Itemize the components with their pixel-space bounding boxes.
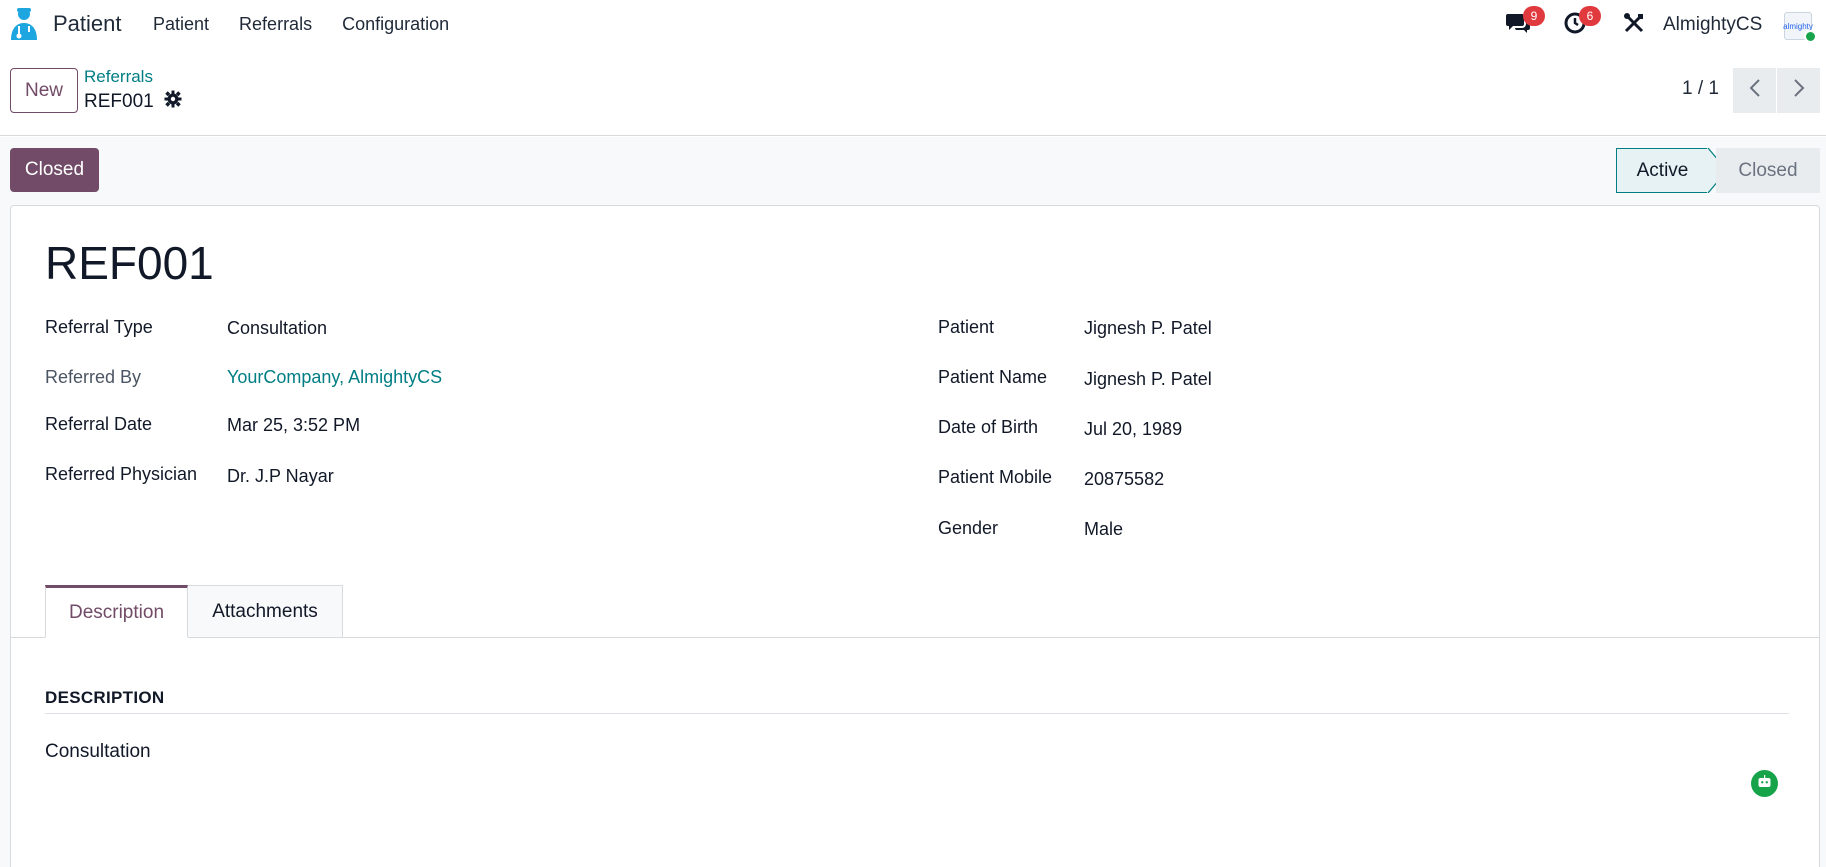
- tools-icon: [1623, 12, 1645, 39]
- label-date-of-birth: Date of Birth: [938, 417, 1039, 437]
- bot-icon: [1757, 774, 1772, 793]
- closed-action-button[interactable]: Closed: [10, 148, 99, 192]
- top-navbar: Patient Patient Referrals Configuration …: [0, 0, 1826, 50]
- menu-item-patient[interactable]: Patient: [153, 14, 209, 35]
- menu-item-configuration[interactable]: Configuration: [342, 14, 449, 35]
- tab-attachments[interactable]: Attachments: [188, 585, 343, 638]
- main-menu: Patient Referrals Configuration: [153, 14, 449, 35]
- messages-badge: 9: [1523, 6, 1545, 26]
- value-referral-type[interactable]: Consultation: [227, 318, 327, 339]
- label-referral-date: Referral Date: [45, 414, 153, 434]
- notebook-tabs: Description Attachments: [11, 580, 1819, 638]
- label-gender: Gender: [938, 518, 999, 538]
- breadcrumb-referrals[interactable]: Referrals: [84, 67, 153, 87]
- control-panel: New Referrals REF001 1 / 1: [0, 50, 1826, 136]
- record-title[interactable]: REF001: [45, 236, 214, 290]
- value-date-of-birth[interactable]: Jul 20, 1989: [1084, 419, 1182, 440]
- value-referred-by[interactable]: YourCompany, AlmightyCS: [227, 367, 442, 388]
- online-status-icon: [1804, 30, 1817, 43]
- section-divider: [45, 713, 1789, 714]
- activities-button[interactable]: 6: [1563, 6, 1601, 38]
- value-gender[interactable]: Male: [1084, 519, 1123, 540]
- messages-button[interactable]: 9: [1505, 6, 1545, 38]
- menu-item-referrals[interactable]: Referrals: [239, 14, 312, 35]
- value-referred-physician[interactable]: Dr. J.P Nayar: [227, 466, 334, 487]
- form-sheet: REF001 Referral Type Consultation Referr…: [10, 205, 1820, 867]
- ai-assistant-button[interactable]: [1751, 770, 1778, 797]
- breadcrumb-current: REF001: [84, 91, 154, 112]
- value-patient-name[interactable]: Jignesh P. Patel: [1084, 369, 1212, 390]
- activities-badge: 6: [1579, 6, 1601, 26]
- label-referred-by: Referred By: [45, 367, 142, 387]
- patient-app-icon[interactable]: [8, 6, 40, 42]
- user-menu[interactable]: AlmightyCS: [1663, 14, 1762, 36]
- value-patient-mobile[interactable]: 20875582: [1084, 469, 1164, 490]
- stage-closed[interactable]: Closed: [1716, 148, 1820, 193]
- gear-icon[interactable]: [164, 90, 182, 114]
- stage-active[interactable]: Active: [1616, 148, 1708, 193]
- section-title: DESCRIPTION: [45, 688, 165, 707]
- chevron-left-icon: [1748, 78, 1762, 103]
- pager-value[interactable]: 1 / 1: [1682, 78, 1719, 100]
- description-text[interactable]: Consultation: [45, 741, 151, 763]
- tab-description[interactable]: Description: [45, 585, 188, 638]
- pager-previous-button[interactable]: [1733, 68, 1776, 113]
- new-button[interactable]: New: [10, 68, 78, 113]
- breadcrumb: REF001: [84, 90, 182, 114]
- pager-next-button[interactable]: [1777, 68, 1820, 113]
- label-patient-mobile: Patient Mobile: [938, 467, 1053, 487]
- label-patient: Patient: [938, 317, 995, 337]
- debug-tools-button[interactable]: [1623, 12, 1645, 38]
- app-name[interactable]: Patient: [53, 11, 122, 37]
- label-patient-name: Patient Name: [938, 367, 1048, 387]
- value-referral-date[interactable]: Mar 25, 3:52 PM: [227, 415, 360, 436]
- label-referred-physician: Referred Physician: [45, 464, 198, 484]
- label-referral-type: Referral Type: [45, 317, 153, 337]
- value-patient[interactable]: Jignesh P. Patel: [1084, 318, 1212, 339]
- chevron-right-icon: [1792, 78, 1806, 103]
